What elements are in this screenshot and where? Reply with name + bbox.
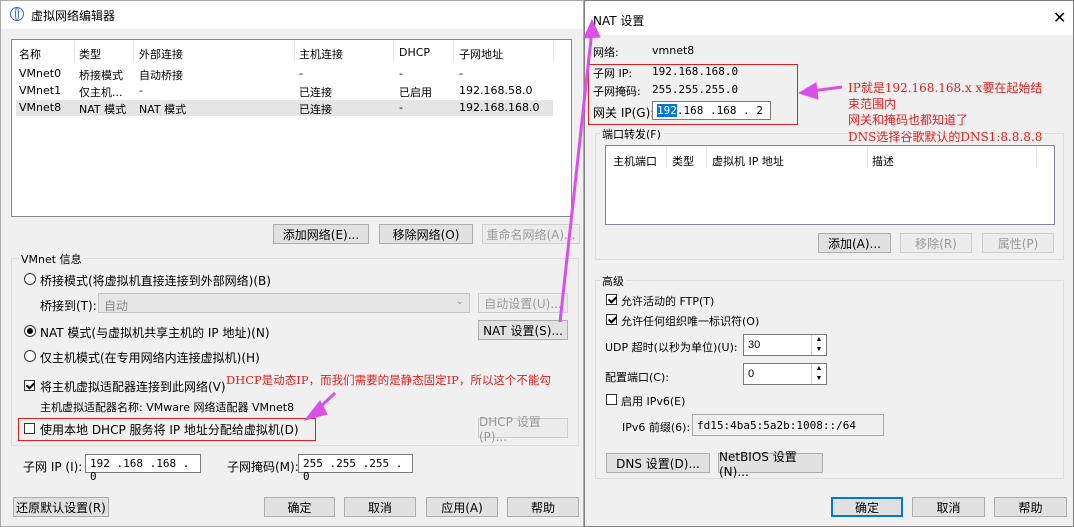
ip-annotation-line1: IP就是192.168.168.x x要在起始结	[848, 81, 1043, 95]
arrow-head	[583, 18, 601, 39]
ip-annotation-line4: DNS选择谷歌默认的DNS1:8.8.8.8	[848, 130, 1043, 144]
ip-annotation-line3: 网关和掩码也都知道了	[848, 113, 969, 127]
dhcp-annotation: DHCP是动态IP，而我们需要的是静态固定IP，所以这个不能勾	[226, 373, 551, 387]
arrow-nat-to-dialog	[558, 29, 594, 323]
arrow-head	[797, 82, 819, 100]
ip-annotation-line2: 束范围内	[848, 97, 897, 111]
